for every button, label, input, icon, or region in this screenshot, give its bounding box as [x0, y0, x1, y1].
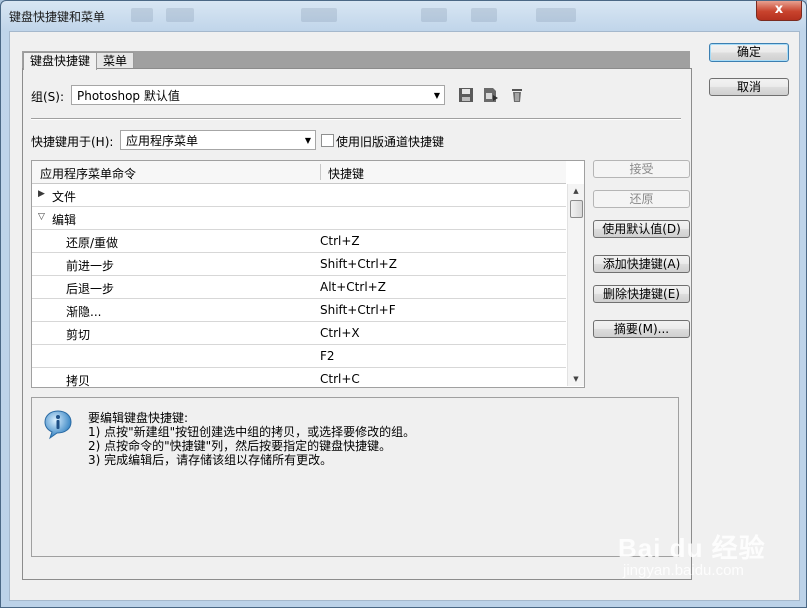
expand-triangle-icon[interactable]: ▶: [38, 189, 45, 199]
chevron-down-icon: ▼: [433, 91, 440, 100]
save-set-icon[interactable]: [457, 86, 475, 104]
watermark-text: Bai du 经验: [618, 533, 766, 563]
row-command: 后退一步: [66, 282, 115, 296]
table-scrollbar[interactable]: ▲ ▼: [567, 184, 584, 386]
title-bar-reflection: [131, 8, 153, 22]
title-bar-reflection: [421, 8, 447, 22]
title-bar-reflection: [536, 8, 576, 22]
accept-button[interactable]: 接受: [593, 160, 690, 178]
summarize-button[interactable]: 摘要(M)...: [593, 320, 690, 338]
table-row[interactable]: ▶ 文件: [32, 184, 566, 207]
divider: [31, 118, 681, 120]
column-separator: [320, 164, 321, 180]
shortcuts-for-dropdown[interactable]: 应用程序菜单 ▼: [120, 130, 316, 150]
row-shortcut[interactable]: Shift+Ctrl+F: [320, 303, 396, 317]
row-command: 渐隐...: [66, 305, 102, 319]
collapse-triangle-icon[interactable]: ▽: [38, 212, 45, 222]
shortcuts-table: 应用程序菜单命令 快捷键 ▶ 文件 ▽ 编辑 还原/重做 Ctrl+Z 前进一步…: [31, 160, 585, 388]
column-header-shortcut[interactable]: 快捷键: [328, 165, 364, 182]
scroll-down-icon[interactable]: ▼: [568, 372, 584, 386]
row-command: 前进一步: [66, 259, 115, 273]
title-bar-reflection: [301, 8, 337, 22]
tab-keyboard-shortcuts[interactable]: 键盘快捷键: [23, 52, 98, 70]
set-dropdown[interactable]: Photoshop 默认值 ▼: [71, 85, 445, 105]
ok-button[interactable]: 确定: [709, 43, 789, 62]
watermark-url: jingyan.baidu.com: [623, 562, 744, 579]
row-command: 还原/重做: [66, 236, 119, 250]
info-icon: [44, 410, 72, 440]
scroll-up-icon[interactable]: ▲: [568, 184, 584, 198]
column-header-command[interactable]: 应用程序菜单命令: [40, 165, 136, 182]
title-bar[interactable]: 键盘快捷键和菜单 x: [1, 1, 806, 31]
row-command: 拷贝: [66, 374, 91, 388]
table-row[interactable]: 还原/重做 Ctrl+Z: [32, 230, 566, 253]
close-button[interactable]: x: [756, 1, 802, 21]
table-header: 应用程序菜单命令 快捷键: [32, 161, 566, 184]
delete-shortcut-button[interactable]: 删除快捷键(E): [593, 285, 690, 303]
table-row[interactable]: 拷贝 Ctrl+C: [32, 368, 566, 388]
use-default-button[interactable]: 使用默认值(D): [593, 220, 690, 238]
row-command: 剪切: [66, 328, 91, 342]
table-row[interactable]: 后退一步 Alt+Ctrl+Z: [32, 276, 566, 299]
row-shortcut[interactable]: Alt+Ctrl+Z: [320, 280, 386, 294]
row-shortcut[interactable]: Shift+Ctrl+Z: [320, 257, 397, 271]
row-command: 文件: [52, 190, 77, 204]
shortcuts-for-label: 快捷键用于(H):: [31, 135, 114, 149]
set-label: 组(S):: [31, 90, 65, 104]
row-shortcut[interactable]: F2: [320, 349, 335, 363]
set-value: Photoshop 默认值: [77, 89, 180, 103]
new-set-icon[interactable]: [482, 86, 500, 104]
table-row[interactable]: 渐隐... Shift+Ctrl+F: [32, 299, 566, 322]
title-bar-reflection: [166, 8, 194, 22]
watermark-logo: Bai du 经验 jingyan.baidu.com: [618, 528, 766, 579]
cancel-button[interactable]: 取消: [709, 78, 789, 96]
row-shortcut[interactable]: Ctrl+C: [320, 372, 360, 386]
table-row[interactable]: 剪切 Ctrl+X: [32, 322, 566, 345]
add-shortcut-button[interactable]: 添加快捷键(A): [593, 255, 690, 273]
info-step-3: 3) 完成编辑后，请存储该组以存储所有更改。: [88, 453, 333, 467]
info-panel: 要编辑键盘快捷键: 1) 点按"新建组"按钮创建选中组的拷贝，或选择要修改的组。…: [31, 397, 679, 557]
row-command: 编辑: [52, 213, 77, 227]
trash-icon[interactable]: [508, 86, 526, 104]
shortcuts-for-value: 应用程序菜单: [126, 134, 199, 148]
table-row[interactable]: F2: [32, 345, 566, 368]
row-shortcut[interactable]: Ctrl+X: [320, 326, 360, 340]
chevron-down-icon: ▼: [304, 136, 311, 145]
window-title: 键盘快捷键和菜单: [9, 10, 106, 24]
dialog-window: 键盘快捷键和菜单 x 键盘快捷键 菜单 组(S): Photoshop 默认值 …: [0, 0, 807, 608]
undo-button[interactable]: 还原: [593, 190, 690, 208]
table-row[interactable]: ▽ 编辑: [32, 207, 566, 230]
legacy-channel-label: 使用旧版通道快捷键: [336, 135, 445, 149]
table-row[interactable]: 前进一步 Shift+Ctrl+Z: [32, 253, 566, 276]
legacy-channel-checkbox[interactable]: [321, 134, 334, 147]
row-shortcut[interactable]: Ctrl+Z: [320, 234, 360, 248]
title-bar-reflection: [471, 8, 497, 22]
dialog-client-area: 键盘快捷键 菜单 组(S): Photoshop 默认值 ▼ 快捷键用于(H):…: [9, 31, 800, 601]
scroll-thumb[interactable]: [570, 200, 583, 218]
